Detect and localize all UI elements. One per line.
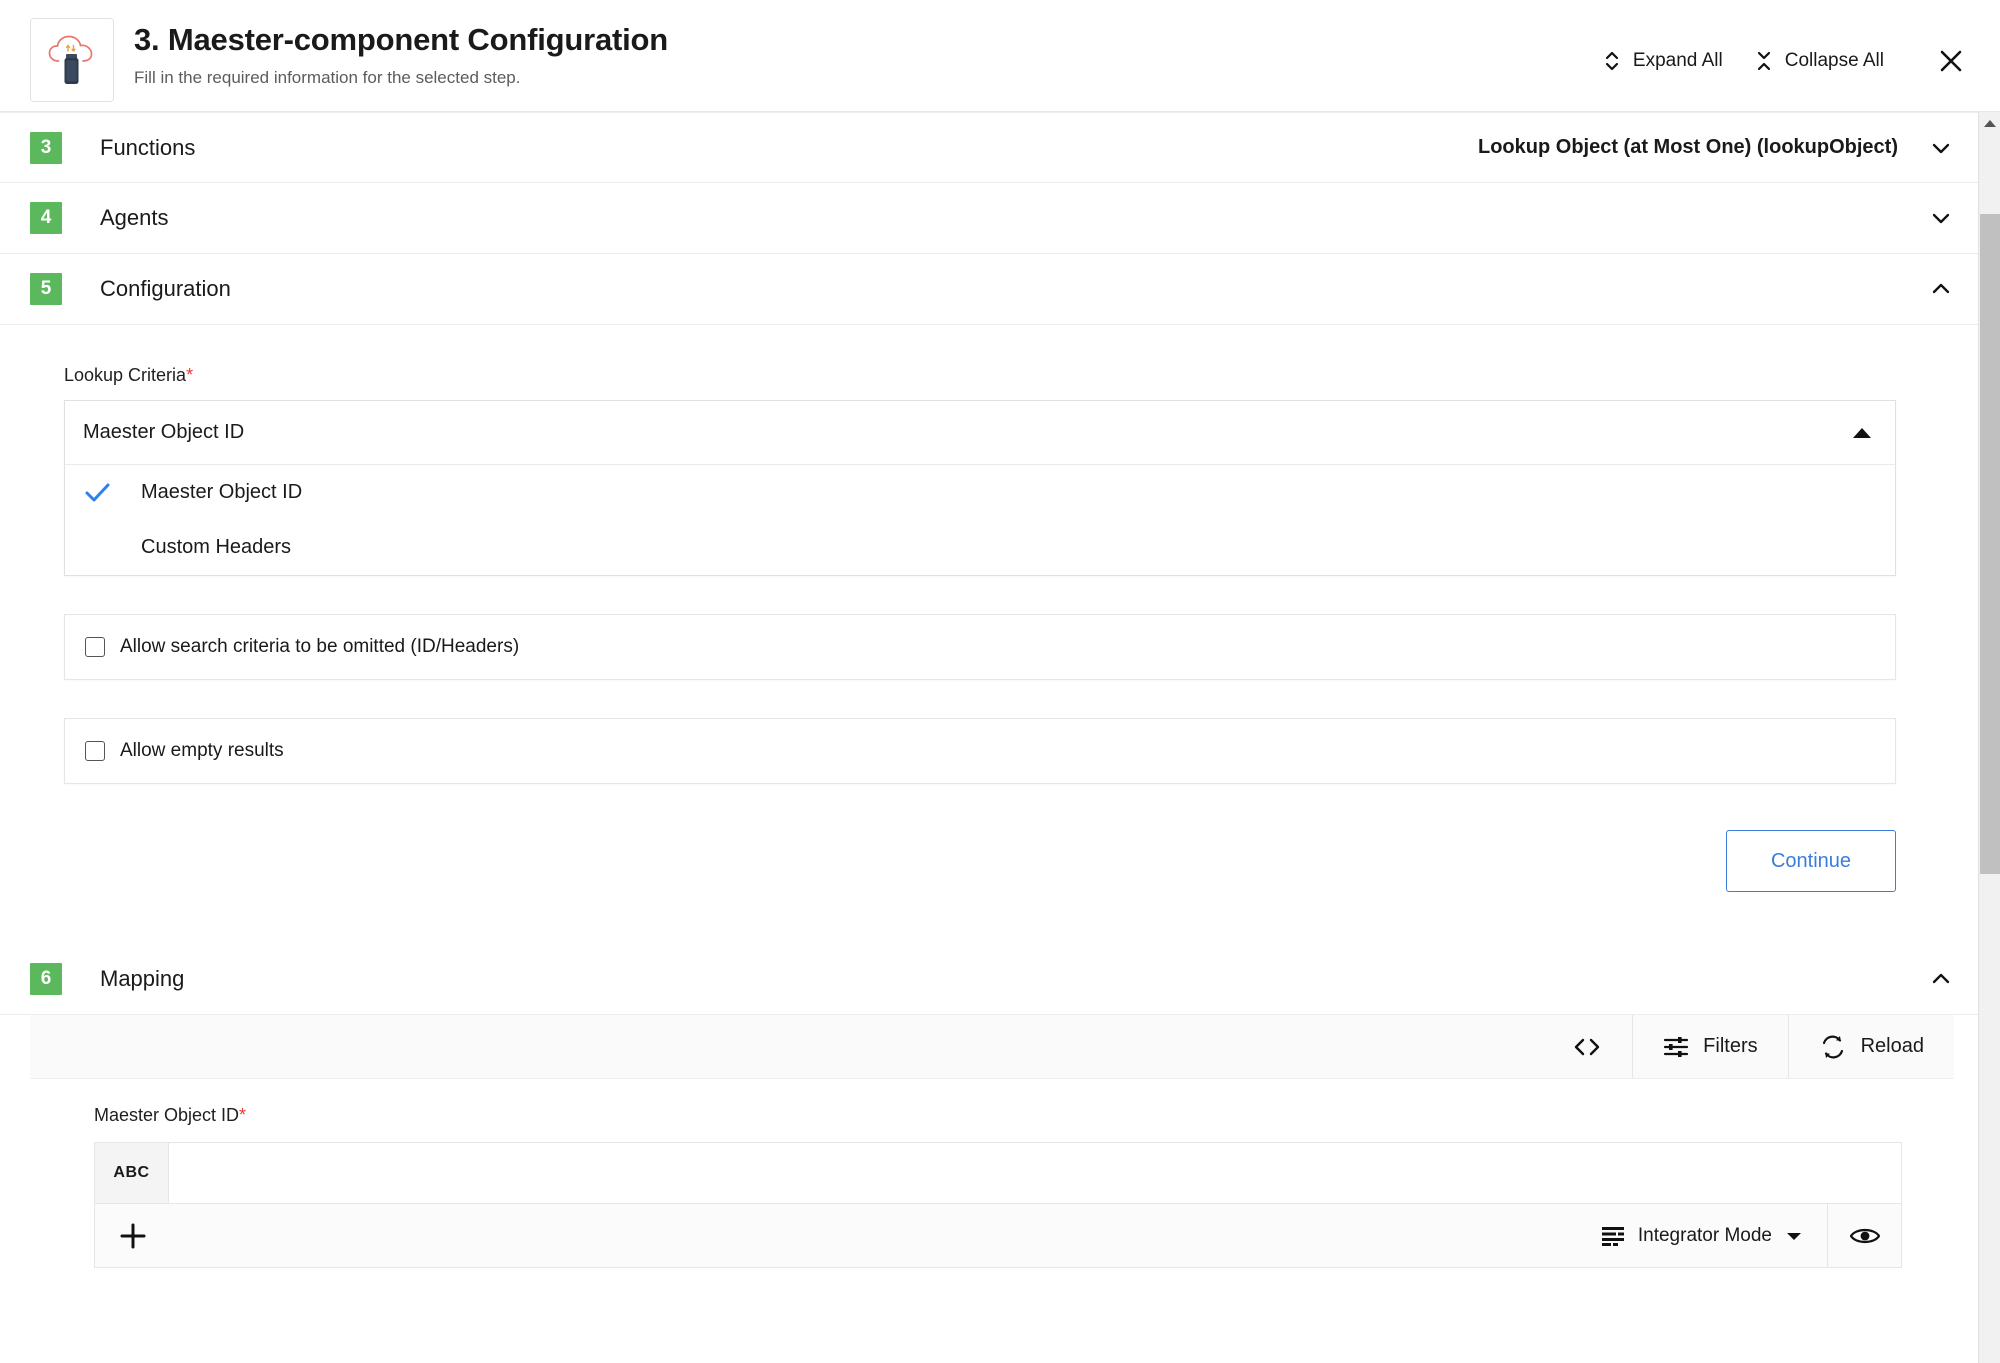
- dialog-header: 3. Maester-component Configuration Fill …: [0, 0, 2000, 112]
- accordion-label-mapping: Mapping: [100, 966, 185, 991]
- required-asterisk: *: [239, 1105, 247, 1125]
- configuration-panel: Lookup Criteria* Maester Object ID Maest…: [0, 325, 1978, 944]
- header-actions: Expand All Collapse All: [1587, 18, 1976, 78]
- collapse-chevrons-icon: [1757, 51, 1770, 71]
- check-icon: [85, 483, 110, 501]
- mapping-type-tag: ABC: [95, 1143, 169, 1203]
- checkbox-allow-empty-results[interactable]: [85, 741, 105, 761]
- lookup-criteria-label: Lookup Criteria*: [64, 365, 1948, 386]
- checkbox-allow-omitted[interactable]: [85, 637, 105, 657]
- accordion-row-agents[interactable]: 4 Agents: [0, 183, 1978, 254]
- lookup-criteria-select-trigger[interactable]: Maester Object ID: [65, 401, 1895, 465]
- filters-button[interactable]: Filters: [1632, 1015, 1787, 1078]
- scroll-up-button[interactable]: [1979, 112, 2000, 134]
- preview-toggle-button[interactable]: [1827, 1204, 1901, 1267]
- accordion-row-mapping[interactable]: 6 Mapping: [0, 944, 1978, 1015]
- page-title: 3. Maester-component Configuration: [134, 22, 669, 57]
- chevron-down-icon: [1932, 143, 1950, 153]
- lookup-criteria-selected-value: Maester Object ID: [83, 421, 245, 443]
- accordion-label-agents: Agents: [100, 205, 169, 230]
- vertical-scrollbar[interactable]: [1978, 112, 2000, 1363]
- lookup-criteria-option-maester-object-id[interactable]: Maester Object ID: [65, 465, 1895, 520]
- eye-icon: [1849, 1228, 1880, 1243]
- chevron-up-icon: [1932, 973, 1950, 984]
- lookup-criteria-label-text: Lookup Criteria: [64, 365, 187, 385]
- checkbox-row-allow-omitted[interactable]: Allow search criteria to be omitted (ID/…: [64, 614, 1896, 680]
- plus-icon: [120, 1223, 146, 1248]
- refresh-sync-icon: [1822, 1035, 1843, 1058]
- header-text-block: 3. Maester-component Configuration Fill …: [134, 18, 1587, 89]
- scroll-content: 3 Functions Lookup Object (at Most One) …: [0, 112, 1978, 1363]
- add-mapping-button[interactable]: [95, 1204, 171, 1267]
- mapping-body: Maester Object ID* ABC Integrator Mode: [0, 1079, 1978, 1268]
- option-label: Custom Headers: [141, 536, 292, 558]
- collapse-all-button[interactable]: Collapse All: [1739, 44, 1900, 78]
- cloud-usb-icon: [48, 35, 93, 84]
- triangle-up-icon: [1983, 119, 1996, 127]
- option-label: Maester Object ID: [141, 481, 303, 503]
- component-icon-box: [30, 18, 114, 102]
- step-badge-6: 6: [30, 963, 62, 995]
- accordion-label-configuration: Configuration: [100, 276, 231, 301]
- mapping-field-label: Maester Object ID*: [94, 1105, 1948, 1126]
- dialog-body: 3 Functions Lookup Object (at Most One) …: [0, 112, 2000, 1363]
- code-view-button[interactable]: [1542, 1015, 1632, 1078]
- mapping-field-label-text: Maester Object ID: [94, 1105, 240, 1125]
- accordion-value-functions: Lookup Object (at Most One) (lookupObjec…: [1478, 136, 1898, 158]
- tune-sliders-icon: [1664, 1036, 1689, 1057]
- integrator-mode-label: Integrator Mode: [1637, 1224, 1772, 1246]
- collapse-all-label: Collapse All: [1784, 50, 1884, 71]
- checkbox-label-allow-empty-results: Allow empty results: [120, 740, 284, 761]
- continue-button-wrap: Continue: [64, 830, 1896, 892]
- check-slot: [83, 481, 141, 505]
- mapping-input-row: ABC: [94, 1142, 1902, 1204]
- chevron-up-icon: [1932, 283, 1950, 294]
- step-badge-4: 4: [30, 202, 62, 234]
- reload-label: Reload: [1860, 1035, 1924, 1057]
- close-icon: [1940, 50, 1962, 72]
- mapping-footer: Integrator Mode: [94, 1204, 1902, 1268]
- chevron-down-icon: [1787, 1232, 1801, 1240]
- mapping-toolbar: Filters Reload: [30, 1015, 1954, 1079]
- accordion-row-configuration[interactable]: 5 Configuration: [0, 254, 1978, 325]
- accordion-label-functions: Functions: [100, 134, 196, 160]
- chevron-down-icon: [1932, 213, 1950, 224]
- integrator-mode-dropdown[interactable]: Integrator Mode: [1577, 1204, 1827, 1267]
- checkbox-label-allow-omitted: Allow search criteria to be omitted (ID/…: [120, 636, 520, 657]
- panel-spacer: [64, 892, 1948, 944]
- expand-all-button[interactable]: Expand All: [1587, 44, 1739, 78]
- lookup-criteria-select[interactable]: Maester Object ID Maester Object ID Cust…: [64, 400, 1896, 576]
- close-button[interactable]: [1934, 44, 1968, 78]
- code-brackets-icon: [1574, 1038, 1600, 1055]
- checkbox-row-allow-empty-results[interactable]: Allow empty results: [64, 718, 1896, 784]
- page-subtitle: Fill in the required information for the…: [134, 68, 521, 87]
- step-badge-3: 3: [30, 131, 62, 164]
- accordion-row-functions[interactable]: 3 Functions Lookup Object (at Most One) …: [0, 112, 1978, 183]
- required-asterisk: *: [186, 365, 194, 385]
- mapping-value-input[interactable]: [169, 1143, 1901, 1203]
- reload-button[interactable]: Reload: [1787, 1015, 1954, 1078]
- caret-up-icon: [1853, 427, 1871, 438]
- list-data-icon: [1601, 1226, 1624, 1246]
- filters-label: Filters: [1703, 1035, 1758, 1057]
- scrollbar-thumb[interactable]: [1980, 214, 2000, 874]
- continue-button[interactable]: Continue: [1726, 830, 1896, 892]
- expand-all-label: Expand All: [1632, 50, 1723, 71]
- step-badge-5: 5: [30, 273, 62, 305]
- lookup-criteria-option-custom-headers[interactable]: Custom Headers: [65, 520, 1895, 575]
- expand-chevrons-icon: [1605, 51, 1619, 71]
